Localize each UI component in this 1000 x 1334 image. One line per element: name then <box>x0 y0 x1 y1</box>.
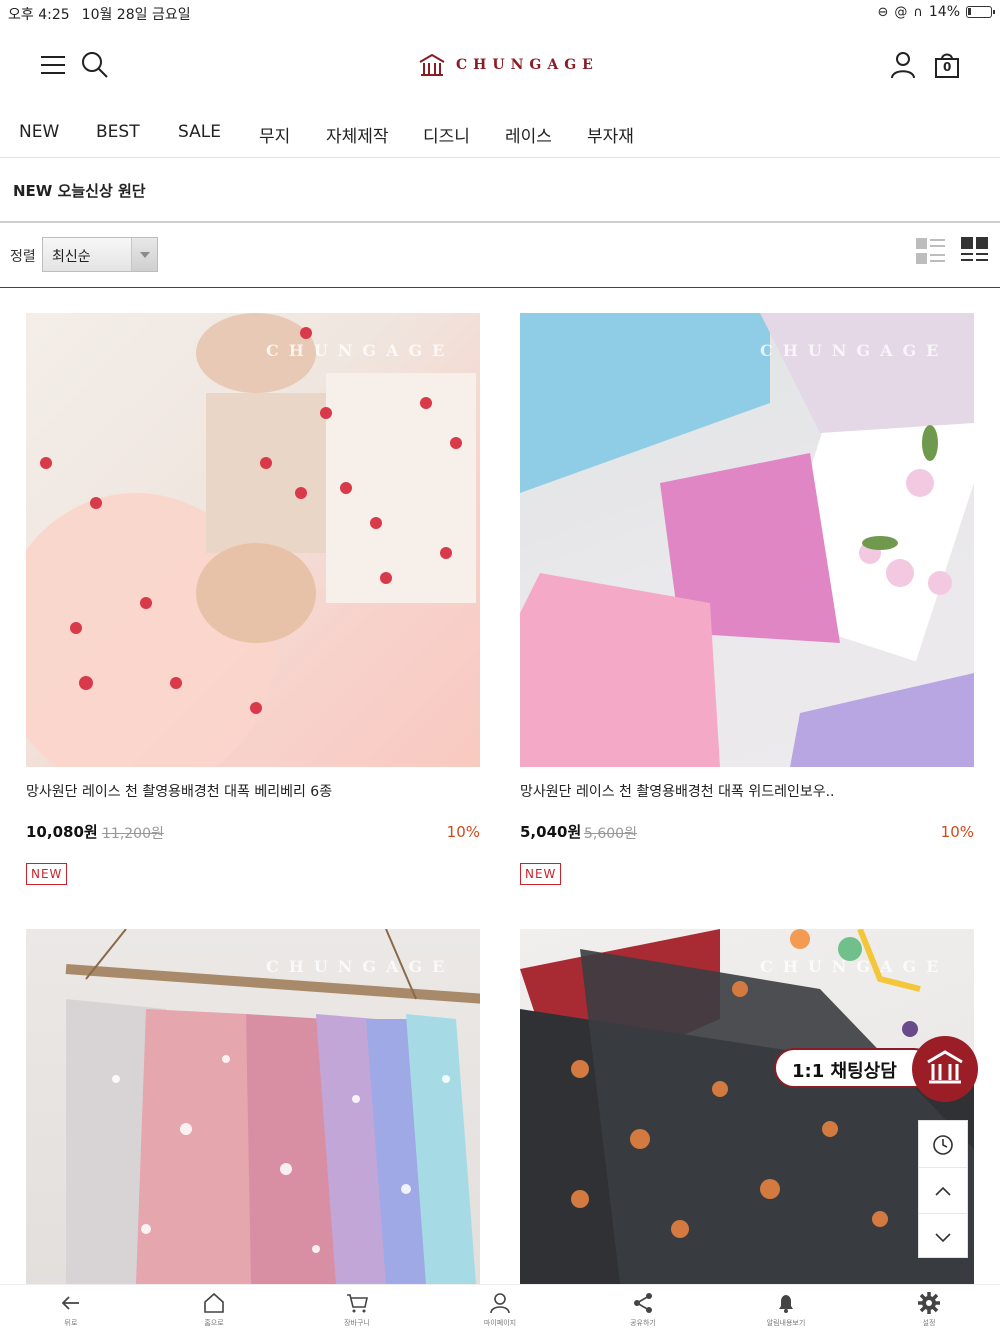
divider <box>0 221 1000 223</box>
chat-consult-button[interactable]: 1:1 채팅상담 <box>774 1036 979 1110</box>
watermark-text: CHUNGAGE <box>266 957 455 976</box>
watermark-text: CHUNGAGE <box>266 341 455 360</box>
tab-label: 공유하기 <box>630 1319 656 1327</box>
product-card[interactable]: CHUNGAGE 망사원단 레이스 천 촬영용배경천 대폭 위드레인보우.. 5… <box>520 313 974 893</box>
tab-label: 알림내용보기 <box>766 1319 806 1327</box>
house-logo-icon <box>419 54 445 76</box>
menu-icon[interactable] <box>38 50 72 84</box>
tab-cart[interactable]: 장바구니 <box>317 1291 397 1328</box>
home-icon <box>204 1292 224 1313</box>
chat-pill[interactable]: 1:1 채팅상담 <box>774 1048 934 1088</box>
headphones-icon: ∩ <box>913 4 923 20</box>
person-icon <box>490 1293 510 1314</box>
arrow-left-icon <box>61 1296 79 1310</box>
share-icon <box>634 1293 652 1313</box>
battery-percent: 14% <box>928 4 960 20</box>
search-icon[interactable] <box>80 50 114 84</box>
tab-notifications[interactable]: 알림내용보기 <box>746 1291 826 1328</box>
at-icon: @ <box>894 4 908 20</box>
nav-item-best[interactable]: BEST <box>96 122 140 142</box>
product-name[interactable]: 망사원단 레이스 천 촬영용배경천 대폭 위드레인보우.. <box>520 781 835 801</box>
tab-share[interactable]: 공유하기 <box>603 1291 683 1328</box>
chat-logo-icon[interactable] <box>912 1036 978 1102</box>
grid-view-icon[interactable] <box>960 237 990 267</box>
product-discount: 10% <box>446 823 480 841</box>
nav-item-disney[interactable]: 디즈니 <box>423 122 470 147</box>
user-icon[interactable] <box>888 50 922 84</box>
battery-icon <box>966 6 995 18</box>
tab-home[interactable]: 홈으로 <box>174 1291 254 1328</box>
sort-label: 정렬 <box>10 249 36 265</box>
nav-item-new[interactable]: NEW <box>19 122 59 142</box>
scroll-down-button[interactable] <box>919 1213 967 1259</box>
link-icon: ⊖ <box>877 4 889 20</box>
tab-label: 홈으로 <box>204 1319 224 1327</box>
new-badge: NEW <box>26 863 68 885</box>
product-original-price: 11,200원 <box>102 826 164 842</box>
chevron-up-icon <box>935 1186 951 1196</box>
shopping-cart-icon <box>347 1294 368 1313</box>
status-bar: 오후 4:25 10월 28일 금요일 ⊖ @ ∩ 14% <box>0 0 1000 28</box>
gear-icon <box>918 1292 940 1314</box>
product-original-price: 5,600원 <box>584 826 637 842</box>
floating-controls <box>918 1120 968 1258</box>
brand-logo[interactable]: CHUNGAGE <box>418 54 599 76</box>
divider <box>0 287 1000 288</box>
bottom-tab-bar: 뒤로 홈으로 장바구니 마이페이지 공유하기 알림내용보기 설정 <box>0 1284 1000 1334</box>
product-image[interactable]: CHUNGAGE <box>26 313 480 767</box>
tab-mypage[interactable]: 마이페이지 <box>460 1291 540 1328</box>
nav-item-sale[interactable]: SALE <box>178 122 221 142</box>
cart-count: 0 <box>943 60 952 74</box>
scroll-up-button[interactable] <box>919 1167 967 1213</box>
page-title: NEW 오늘신상 원단 <box>13 182 146 200</box>
nav-item-own-production[interactable]: 자체제작 <box>326 122 389 147</box>
tab-label: 장바구니 <box>344 1319 370 1327</box>
product-image[interactable]: CHUNGAGE <box>520 313 974 767</box>
new-badge: NEW <box>520 863 562 885</box>
product-card[interactable]: CHUNGAGE <box>26 929 480 1284</box>
list-view-icon[interactable] <box>916 237 946 267</box>
tab-label: 마이페이지 <box>483 1319 517 1327</box>
nav-item-lace[interactable]: 레이스 <box>505 122 552 147</box>
watermark-text: CHUNGAGE <box>760 341 949 360</box>
product-card[interactable]: CHUNGAGE 망사원단 레이스 천 촬영용배경천 대폭 베리베리 6종 10… <box>26 313 480 893</box>
product-price: 5,040원 <box>520 823 582 841</box>
nav-item-plain[interactable]: 무지 <box>259 122 290 147</box>
recent-view-button[interactable] <box>919 1121 967 1167</box>
product-name[interactable]: 망사원단 레이스 천 촬영용배경천 대폭 베리베리 6종 <box>26 781 332 801</box>
cart-icon[interactable]: 0 <box>932 50 966 84</box>
product-image[interactable]: CHUNGAGE <box>26 929 480 1284</box>
sort-selected-value: 최신순 <box>52 249 91 265</box>
category-nav: NEW BEST SALE 무지 자체제작 디즈니 레이스 부자재 <box>0 112 1000 158</box>
tab-back[interactable]: 뒤로 <box>31 1291 111 1328</box>
sort-select[interactable]: 최신순 <box>42 237 158 272</box>
watermark-text: CHUNGAGE <box>760 957 949 976</box>
chat-label: 1:1 채팅상담 <box>792 1061 897 1082</box>
chevron-down-icon <box>935 1233 951 1243</box>
bell-icon <box>779 1295 793 1313</box>
tab-label: 설정 <box>922 1319 936 1327</box>
status-time: 오후 4:25 <box>8 7 70 23</box>
logo-text: CHUNGAGE <box>456 57 599 73</box>
status-date: 10월 28일 금요일 <box>81 7 191 23</box>
clock-icon <box>933 1135 953 1155</box>
tab-label: 뒤로 <box>64 1319 78 1327</box>
tab-settings[interactable]: 설정 <box>889 1291 969 1328</box>
nav-item-accessories[interactable]: 부자재 <box>587 122 634 147</box>
product-discount: 10% <box>940 823 974 841</box>
chevron-down-icon <box>131 238 157 271</box>
product-price: 10,080원 <box>26 823 98 841</box>
header: CHUNGAGE 0 <box>0 40 1000 96</box>
